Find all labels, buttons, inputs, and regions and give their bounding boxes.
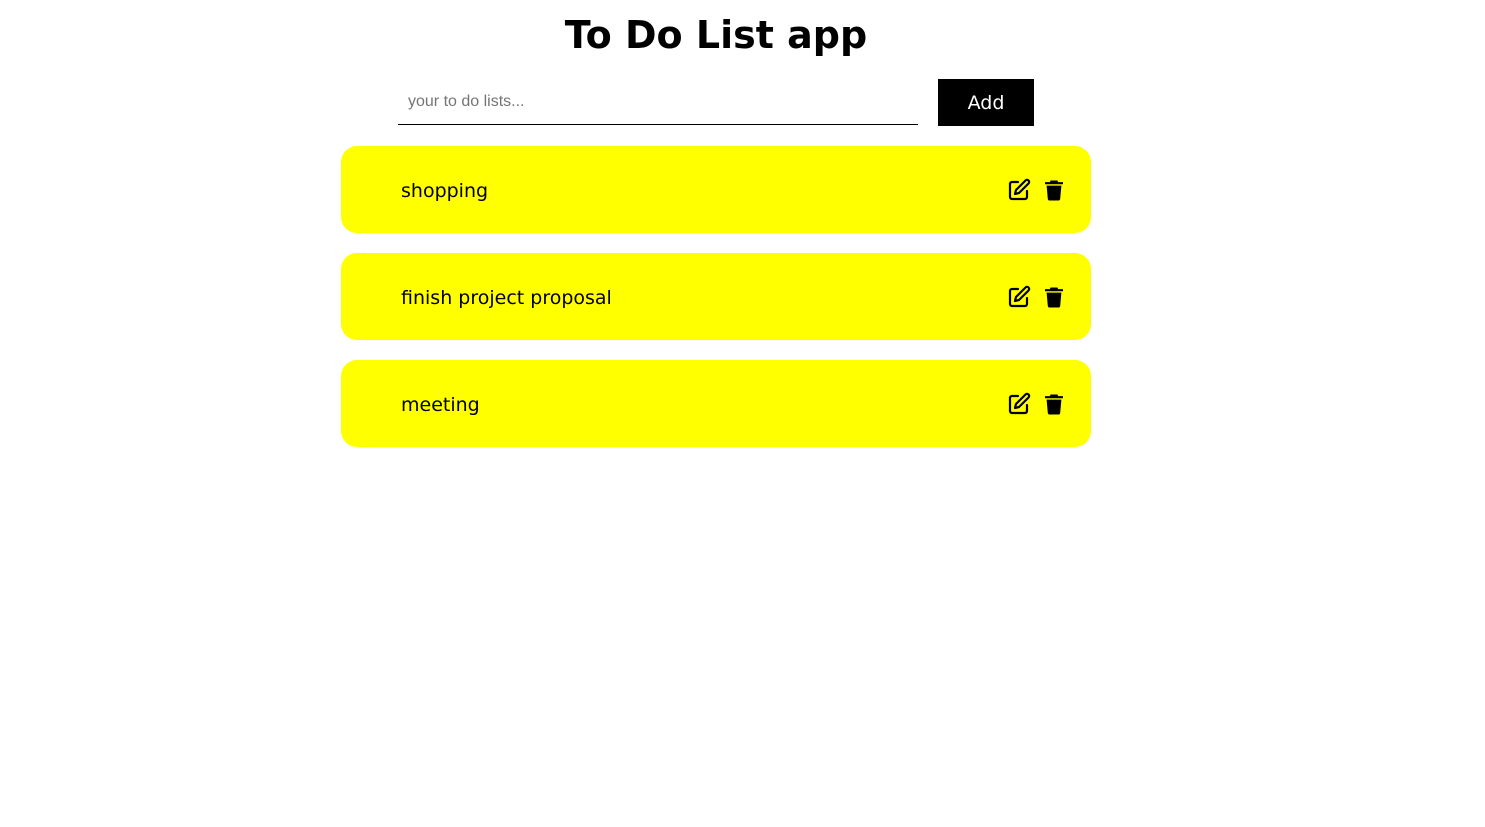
edit-icon[interactable]	[1007, 285, 1031, 309]
add-button[interactable]: Add	[938, 79, 1034, 126]
trash-icon[interactable]	[1042, 178, 1066, 202]
todo-input[interactable]	[398, 79, 918, 125]
page-title: To Do List app	[564, 13, 868, 57]
todo-item-text: meeting	[401, 394, 480, 416]
trash-icon[interactable]	[1042, 392, 1066, 416]
todo-item-text: finish project proposal	[401, 287, 612, 309]
todo-item: meeting	[341, 360, 1091, 447]
trash-icon[interactable]	[1042, 285, 1066, 309]
todo-item: finish project proposal	[341, 253, 1091, 340]
todo-item: shopping	[341, 146, 1091, 233]
todo-item-text: shopping	[401, 180, 489, 202]
edit-icon[interactable]	[1007, 392, 1031, 416]
todo-list: shopping finish project proposal meeting	[341, 146, 1091, 467]
edit-icon[interactable]	[1007, 178, 1031, 202]
